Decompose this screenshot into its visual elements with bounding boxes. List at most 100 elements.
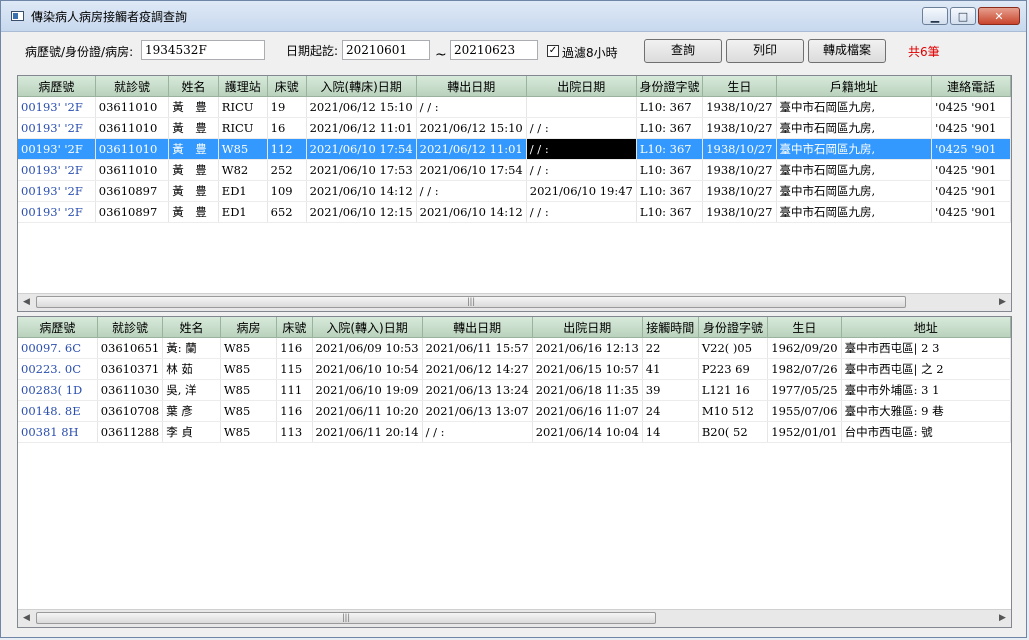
contacts-cell: 116 <box>276 337 313 359</box>
stay-history-cell: 2021/06/10 17:54 <box>306 138 417 160</box>
contacts-cell: 2021/06/16 12:13 <box>532 337 643 359</box>
contacts-column-header[interactable]: 病歷號 <box>18 317 98 338</box>
stay-history-cell: 臺中市石岡區九房, <box>776 96 933 118</box>
maximize-icon: □ <box>957 9 969 23</box>
stay-history-column-header[interactable]: 出院日期 <box>526 76 637 97</box>
stay-history-column-header[interactable]: 生日 <box>702 76 777 97</box>
contacts-cell: 41 <box>642 358 699 380</box>
search-toolbar: 病歷號/身份證/病房: 1934532F 日期起訖: 20210601 ~ 20… <box>1 31 1026 73</box>
stay-history-cell: 2021/06/12 11:01 <box>416 138 527 160</box>
contacts-column-header[interactable]: 地址 <box>841 317 1011 338</box>
stay-history-grid[interactable]: 病歷號 就診號 姓名 護理站 床號 入院(轉床)日期 轉出日期 出院日期 身份證字號 生日 戶籍地址… <box>17 75 1012 312</box>
stay-history-cell: 112 <box>267 138 307 160</box>
top-scroll-thumb[interactable]: ||| <box>36 296 906 308</box>
scroll-left-icon[interactable]: ◀ <box>18 610 35 627</box>
stay-history-cell: 1938/10/27 <box>702 138 777 160</box>
stay-history-cell: L10: 367 <box>636 138 704 160</box>
scroll-right-icon[interactable]: ▶ <box>994 610 1011 627</box>
stay-history-column-header[interactable]: 戶籍地址 <box>776 76 933 97</box>
stay-history-row[interactable]: 00193' '2F 03611010 黃 豊 RICU 16 2021/06/12 11… <box>18 117 1011 139</box>
contacts-column-header[interactable]: 出院日期 <box>532 317 643 338</box>
stay-history-cell: 109 <box>267 180 307 202</box>
stay-history-column-header[interactable]: 病歷號 <box>18 76 96 97</box>
bottom-scroll-thumb[interactable]: ||| <box>36 612 656 624</box>
contacts-cell: 2021/06/18 11:35 <box>532 379 643 401</box>
contacts-column-header[interactable]: 姓名 <box>162 317 221 338</box>
record-count: 共6筆 <box>908 45 940 59</box>
contacts-column-header[interactable]: 接觸時間 <box>642 317 699 338</box>
stay-history-row[interactable]: 00193' '2F 03611010 黃 豊 RICU 19 2021/06/12 15… <box>18 96 1011 118</box>
stay-history-cell: 00193' '2F <box>18 96 96 118</box>
contacts-cell: W85 <box>220 358 278 380</box>
contacts-column-header[interactable]: 床號 <box>276 317 313 338</box>
stay-history-cell: L10: 367 <box>636 180 704 202</box>
main-window: 傳染病人病房接觸者疫調查詢 ▁ □ ✕ 病歷號/身份證/病房: 1934532F… <box>0 0 1027 638</box>
maximize-button[interactable]: □ <box>950 7 976 25</box>
top-horizontal-scrollbar[interactable]: ◀ ||| ▶ <box>18 293 1011 311</box>
print-button[interactable]: 列印 <box>726 39 804 63</box>
stay-history-cell: / / : <box>526 117 637 139</box>
stay-history-cell: 2021/06/10 17:54 <box>416 159 527 181</box>
contacts-column-header[interactable]: 生日 <box>767 317 842 338</box>
export-button[interactable]: 轉成檔案 <box>808 39 886 63</box>
stay-history-column-header[interactable]: 入院(轉床)日期 <box>306 76 417 97</box>
contacts-cell: 03611288 <box>97 421 164 443</box>
stay-history-row[interactable]: 00193' '2F 03610897 黃 豊 ED1 652 2021/06/10 12… <box>18 201 1011 223</box>
contacts-column-header[interactable]: 就診號 <box>97 317 164 338</box>
stay-history-column-header[interactable]: 轉出日期 <box>416 76 527 97</box>
bottom-horizontal-scrollbar[interactable]: ◀ ||| ▶ <box>18 609 1011 627</box>
contacts-row[interactable]: 00148. 8E 03610708 葉 彥 W85 116 2021/06/11 10:… <box>18 400 1011 422</box>
minimize-button[interactable]: ▁ <box>922 7 948 25</box>
stay-history-cell: 臺中市石岡區九房, <box>776 117 933 139</box>
stay-history-cell: 黃 豊 <box>168 159 219 181</box>
stay-history-cell: '0425 '901 <box>931 201 1011 223</box>
contacts-cell: 2021/06/11 15:57 <box>422 337 533 359</box>
contacts-cell: 1977/05/25 <box>767 379 842 401</box>
contacts-cell: 00381 8H <box>18 421 98 443</box>
stay-history-cell: 1938/10/27 <box>702 159 777 181</box>
contacts-row[interactable]: 00283( 1D 03611030 吳, 洋 W85 111 2021/06/10 19… <box>18 379 1011 401</box>
scroll-left-icon[interactable]: ◀ <box>18 294 35 311</box>
stay-history-cell: 00193' '2F <box>18 117 96 139</box>
stay-history-column-header[interactable]: 護理站 <box>218 76 268 97</box>
date-to-input[interactable]: 20210623 <box>450 40 538 60</box>
contacts-column-header[interactable]: 轉出日期 <box>422 317 533 338</box>
contacts-row[interactable]: 00381 8H 03611288 李 貞 W85 113 2021/06/11 20:1… <box>18 421 1011 443</box>
stay-history-column-header[interactable]: 姓名 <box>168 76 219 97</box>
contacts-cell: 14 <box>642 421 699 443</box>
stay-history-cell: 黃 豊 <box>168 180 219 202</box>
contacts-row[interactable]: 00097. 6C 03610651 黃: 蘭 W85 116 2021/06/09 10… <box>18 337 1011 359</box>
contacts-row[interactable]: 00223. 0C 03610371 林 茹 W85 115 2021/06/10 10:… <box>18 358 1011 380</box>
stay-history-cell: '0425 '901 <box>931 159 1011 181</box>
stay-history-cell: 臺中市石岡區九房, <box>776 201 933 223</box>
stay-history-cell: '0425 '901 <box>931 180 1011 202</box>
stay-history-column-header[interactable]: 就診號 <box>95 76 170 97</box>
stay-history-column-header[interactable]: 連絡電話 <box>931 76 1011 97</box>
stay-history-column-header[interactable]: 床號 <box>267 76 307 97</box>
date-from-input[interactable]: 20210601 <box>342 40 430 60</box>
scroll-right-icon[interactable]: ▶ <box>994 294 1011 311</box>
contacts-cell: 2021/06/11 20:14 <box>312 421 423 443</box>
contacts-table: 病歷號 就診號 姓名 病房 床號 入院(轉入)日期 轉出日期 出院日期 接觸時間 身份證字號 生日地… <box>18 317 1011 443</box>
stay-history-cell: 2021/06/12 15:10 <box>416 117 527 139</box>
contacts-cell: 葉 彥 <box>162 400 221 422</box>
stay-history-column-header[interactable]: 身份證字號 <box>636 76 704 97</box>
title-bar[interactable]: 傳染病人病房接觸者疫調查詢 ▁ □ ✕ <box>1 1 1026 32</box>
contacts-cell: L121 16 <box>698 379 769 401</box>
stay-history-cell: 2021/06/10 14:12 <box>306 180 417 202</box>
close-button[interactable]: ✕ <box>978 7 1020 25</box>
stay-history-row[interactable]: 00193' '2F 03610897 黃 豊 ED1 109 2021/06/10 14… <box>18 180 1011 202</box>
stay-history-row[interactable]: 00193' '2F 03611010 黃 豊 W82 252 2021/06/10 17… <box>18 159 1011 181</box>
contacts-cell: 116 <box>276 400 313 422</box>
id-input[interactable]: 1934532F <box>141 40 265 60</box>
contacts-column-header[interactable]: 入院(轉入)日期 <box>312 317 423 338</box>
contacts-column-header[interactable]: 身份證字號 <box>698 317 769 338</box>
filter-checkbox[interactable]: ✓ <box>547 45 559 57</box>
filter-label: 過濾8小時 <box>562 46 618 60</box>
contacts-column-header[interactable]: 病房 <box>220 317 278 338</box>
stay-history-row[interactable]: 00193' '2F 03611010 黃 豊 W85 112 2021/06/10 17… <box>18 138 1011 160</box>
query-button[interactable]: 查詢 <box>644 39 722 63</box>
contacts-cell: 臺中市大雅區: 9 巷 <box>841 400 1011 422</box>
contacts-grid[interactable]: 病歷號 就診號 姓名 病房 床號 入院(轉入)日期 轉出日期 出院日期 接觸時間 身份證字號 生日地… <box>17 316 1012 628</box>
contacts-cell: 2021/06/09 10:53 <box>312 337 423 359</box>
